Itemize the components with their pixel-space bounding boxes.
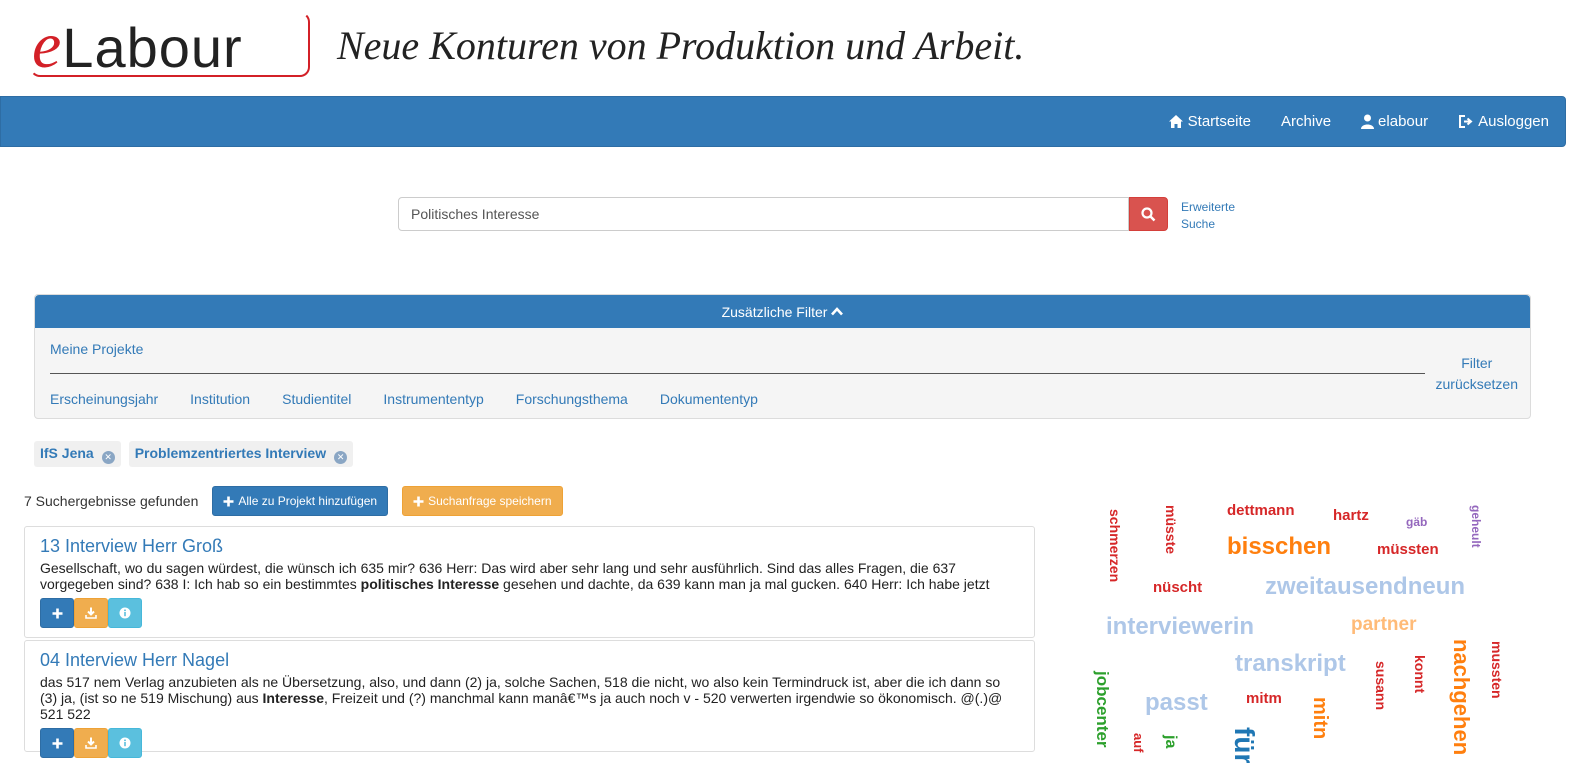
word-cloud-term[interactable]: nachgehen bbox=[1449, 639, 1474, 755]
info-icon bbox=[119, 607, 131, 619]
filter-tab-erscheinungsjahr[interactable]: Erscheinungsjahr bbox=[50, 391, 158, 407]
word-cloud-term[interactable]: gäb bbox=[1406, 516, 1427, 528]
site-tagline: Neue Konturen von Produktion und Arbeit. bbox=[337, 23, 1025, 68]
nav-logout-link[interactable]: Ausloggen bbox=[1458, 113, 1549, 130]
word-cloud-term[interactable]: mitn bbox=[1309, 697, 1331, 739]
word-cloud-term[interactable]: hartz bbox=[1333, 508, 1369, 523]
word-cloud-term[interactable]: transkript bbox=[1235, 652, 1346, 676]
download-icon bbox=[85, 737, 97, 749]
word-cloud: schmerzen müsste dettmann hartz gäb gehe… bbox=[1090, 495, 1586, 763]
elabour-logo[interactable]: eLabour bbox=[30, 9, 310, 82]
search-input[interactable] bbox=[398, 197, 1129, 231]
word-cloud-term[interactable]: nüscht bbox=[1153, 580, 1202, 595]
result-count: 7 Suchergebnisse gefunden bbox=[24, 493, 199, 509]
nav-archive-link[interactable]: Archive bbox=[1281, 113, 1331, 130]
nav-home-link[interactable]: Startseite bbox=[1168, 113, 1251, 130]
logo-text: eLabour bbox=[32, 9, 243, 82]
filter-panel: Zusätzliche Filter Meine Projekte Ersche… bbox=[34, 294, 1531, 419]
plus-icon bbox=[52, 738, 62, 748]
result-actions bbox=[40, 598, 1019, 628]
plus-icon bbox=[52, 608, 62, 618]
remove-filter-icon[interactable]: ✕ bbox=[101, 451, 115, 464]
word-cloud-term[interactable]: mitm bbox=[1246, 691, 1282, 706]
word-cloud-term[interactable]: müsste bbox=[1163, 505, 1179, 554]
filter-tab-instrumententyp[interactable]: Instrumententyp bbox=[383, 391, 483, 407]
filter-tab-institution[interactable]: Institution bbox=[190, 391, 250, 407]
result-item: 04 Interview Herr Nagel das 517 nem Verl… bbox=[24, 640, 1035, 758]
info-button[interactable] bbox=[108, 598, 142, 628]
word-cloud-term[interactable]: schmerzen bbox=[1107, 509, 1123, 582]
info-icon bbox=[119, 737, 131, 749]
save-query-button[interactable]: Suchanfrage speichern bbox=[402, 486, 563, 516]
word-cloud-term[interactable]: ja bbox=[1162, 735, 1179, 748]
word-cloud-term[interactable]: dettmann bbox=[1227, 503, 1295, 518]
info-button[interactable] bbox=[108, 728, 142, 758]
filter-toggle-button[interactable]: Zusätzliche Filter bbox=[35, 295, 1530, 328]
logout-icon bbox=[1459, 115, 1473, 128]
plus-icon bbox=[413, 496, 424, 506]
site-header: eLabour Neue Konturen von Produktion und… bbox=[0, 0, 1586, 96]
word-cloud-term[interactable]: für bbox=[1229, 727, 1260, 763]
result-title[interactable]: 04 Interview Herr Nagel bbox=[40, 649, 1019, 671]
download-icon bbox=[85, 607, 97, 619]
filter-my-projects[interactable]: Meine Projekte bbox=[50, 341, 143, 357]
plus-icon bbox=[223, 496, 234, 506]
word-cloud-term[interactable]: passt bbox=[1145, 691, 1208, 715]
filter-chip: IfS Jena ✕ bbox=[34, 441, 121, 467]
home-icon bbox=[1168, 115, 1183, 128]
filter-reset-link[interactable]: Filter zurücksetzen bbox=[1436, 353, 1518, 395]
word-cloud-term[interactable]: susann bbox=[1373, 661, 1389, 710]
filter-chip: Problemzentriertes Interview ✕ bbox=[128, 441, 354, 467]
remove-filter-icon[interactable]: ✕ bbox=[334, 451, 348, 464]
chevron-up-icon bbox=[831, 307, 844, 316]
filter-tabs: Erscheinungsjahr Institution Studientite… bbox=[50, 391, 790, 407]
result-snippet: das 517 nem Verlag anzubieten als ne Übe… bbox=[40, 674, 1003, 722]
result-snippet: Gesellschaft, wo du sagen würdest, die w… bbox=[40, 560, 990, 592]
word-cloud-term[interactable]: müssten bbox=[1377, 542, 1439, 557]
search-icon bbox=[1141, 206, 1156, 221]
word-cloud-term[interactable]: partner bbox=[1351, 615, 1416, 634]
result-title[interactable]: 13 Interview Herr Groß bbox=[40, 535, 1019, 557]
word-cloud-term[interactable]: zweitausendneun bbox=[1265, 575, 1465, 599]
add-all-to-project-button[interactable]: Alle zu Projekt hinzufügen bbox=[212, 486, 389, 516]
download-button[interactable] bbox=[74, 598, 108, 628]
filter-tab-studientitel[interactable]: Studientitel bbox=[282, 391, 351, 407]
word-cloud-term[interactable]: jobcenter bbox=[1093, 671, 1112, 748]
word-cloud-term[interactable]: auf bbox=[1131, 733, 1146, 753]
result-actions bbox=[40, 728, 1019, 758]
filter-tab-dokumententyp[interactable]: Dokumententyp bbox=[660, 391, 758, 407]
word-cloud-term[interactable]: bisschen bbox=[1227, 535, 1331, 559]
active-filter-chips: IfS Jena ✕ Problemzentriertes Interview … bbox=[34, 441, 361, 467]
search-bar: Erweiterte Suche bbox=[398, 197, 1241, 233]
main-navbar: Startseite Archive elabour Ausloggen bbox=[0, 96, 1566, 147]
nav-user-link[interactable]: elabour bbox=[1361, 113, 1428, 130]
filter-tab-forschungsthema[interactable]: Forschungsthema bbox=[516, 391, 628, 407]
user-icon bbox=[1361, 114, 1375, 129]
word-cloud-term[interactable]: geheult bbox=[1469, 505, 1483, 548]
search-button[interactable] bbox=[1129, 197, 1168, 231]
add-to-project-button[interactable] bbox=[40, 728, 74, 758]
result-item: 13 Interview Herr Groß Gesellschaft, wo … bbox=[24, 526, 1035, 638]
advanced-search-link[interactable]: Erweiterte Suche bbox=[1181, 199, 1241, 233]
filter-divider bbox=[50, 373, 1425, 374]
add-to-project-button[interactable] bbox=[40, 598, 74, 628]
word-cloud-term[interactable]: konnt bbox=[1412, 655, 1428, 693]
results-toolbar: 7 Suchergebnisse gefunden Alle zu Projek… bbox=[24, 486, 563, 516]
word-cloud-term[interactable]: mussten bbox=[1489, 641, 1505, 699]
download-button[interactable] bbox=[74, 728, 108, 758]
word-cloud-term[interactable]: interviewerin bbox=[1106, 615, 1254, 639]
